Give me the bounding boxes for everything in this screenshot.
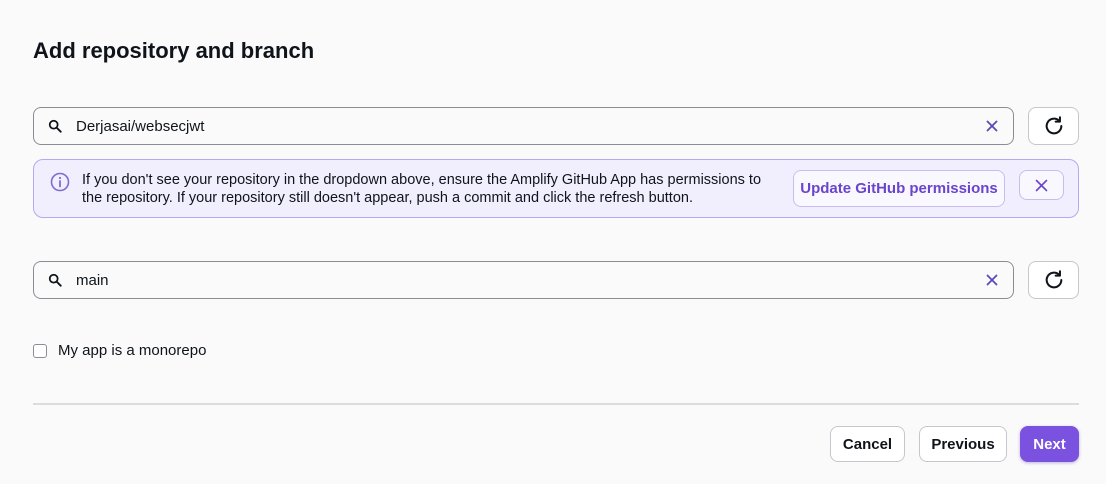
page-title: Add repository and branch — [33, 38, 315, 63]
clear-branch-icon[interactable] — [986, 274, 998, 286]
close-icon — [1035, 179, 1048, 191]
refresh-icon — [1045, 116, 1062, 135]
update-github-permissions-button[interactable]: Update GitHub permissions — [793, 170, 1005, 207]
monorepo-checkbox[interactable] — [33, 343, 47, 358]
search-icon — [48, 273, 62, 287]
alert-message: If you don't see your repository in the … — [82, 172, 762, 206]
page: Add repository and branch If you don't s… — [0, 0, 1106, 484]
clear-repository-icon[interactable] — [986, 120, 998, 132]
repository-field[interactable] — [33, 107, 1014, 145]
refresh-repositories-button[interactable] — [1028, 107, 1079, 145]
refresh-branches-button[interactable] — [1028, 261, 1079, 299]
permissions-info-alert: If you don't see your repository in the … — [33, 159, 1079, 218]
branch-input[interactable] — [76, 262, 956, 298]
branch-field[interactable] — [33, 261, 1014, 299]
monorepo-option[interactable]: My app is a monorepo — [33, 342, 206, 359]
refresh-icon — [1045, 270, 1062, 289]
monorepo-label[interactable]: My app is a monorepo — [58, 342, 206, 359]
cancel-button[interactable]: Cancel — [830, 426, 905, 462]
previous-button[interactable]: Previous — [919, 426, 1007, 462]
repository-input[interactable] — [76, 108, 956, 144]
search-icon — [48, 119, 62, 133]
divider — [33, 403, 1079, 405]
dismiss-alert-button[interactable] — [1019, 170, 1064, 200]
info-icon — [50, 172, 70, 192]
next-button[interactable]: Next — [1020, 426, 1079, 462]
